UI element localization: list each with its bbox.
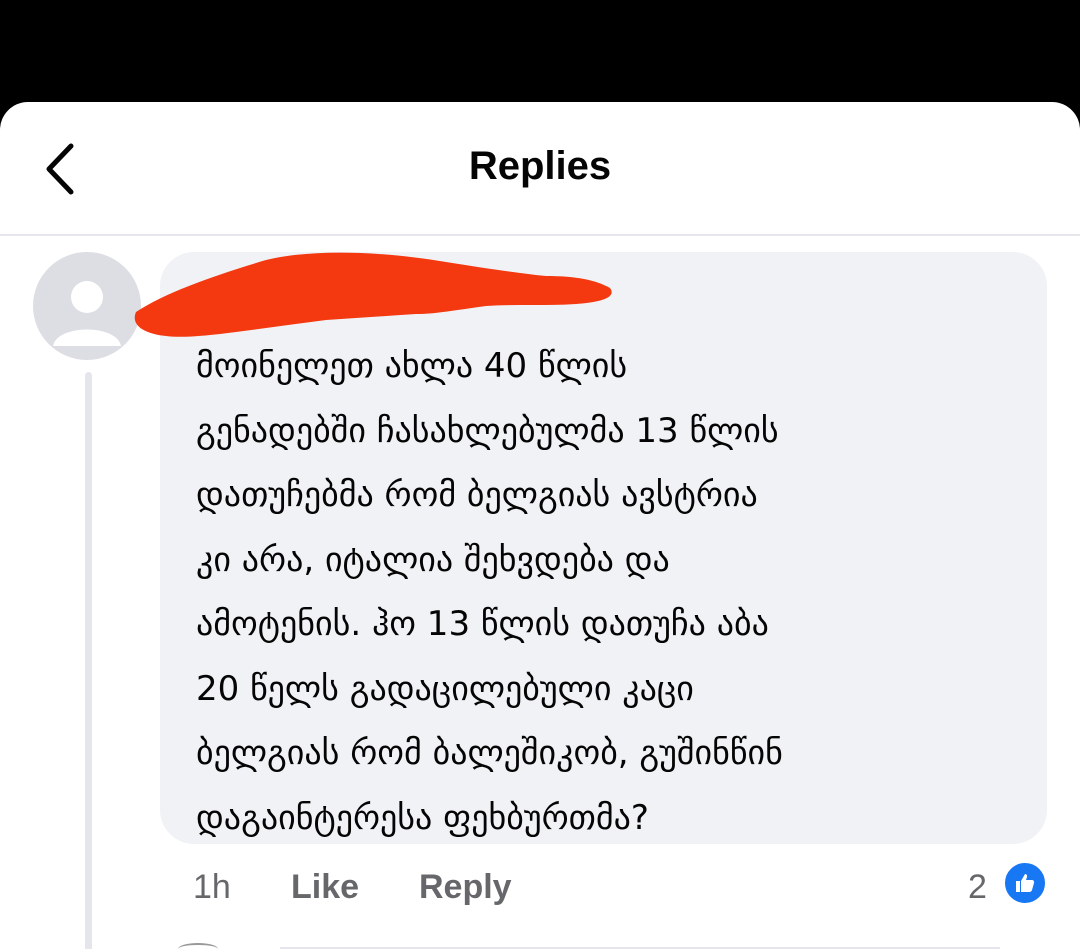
replies-sheet: Replies მოინელეთ ახლა 40 წლის გენადებში … — [0, 102, 1080, 949]
comment-actions: 1h Like Reply 2 — [0, 862, 1080, 912]
thumbs-up-icon — [1016, 874, 1035, 892]
reply-button[interactable]: Reply — [419, 868, 512, 907]
comment-time: 1h — [193, 868, 231, 906]
reaction-like-badge[interactable] — [1002, 860, 1048, 906]
replies-header: Replies — [0, 102, 1080, 236]
comment-text: მოინელეთ ახლა 40 წლის გენადებში ჩასახლებ… — [196, 346, 783, 838]
avatar[interactable] — [33, 252, 141, 360]
status-bar-area — [0, 0, 1080, 110]
default-avatar-icon — [35, 254, 139, 358]
page-title: Replies — [468, 144, 612, 188]
name-redaction-scribble — [134, 252, 612, 337]
like-button[interactable]: Like — [291, 868, 359, 907]
reaction-count[interactable]: 2 — [968, 868, 987, 907]
next-avatar-edge — [178, 943, 218, 949]
